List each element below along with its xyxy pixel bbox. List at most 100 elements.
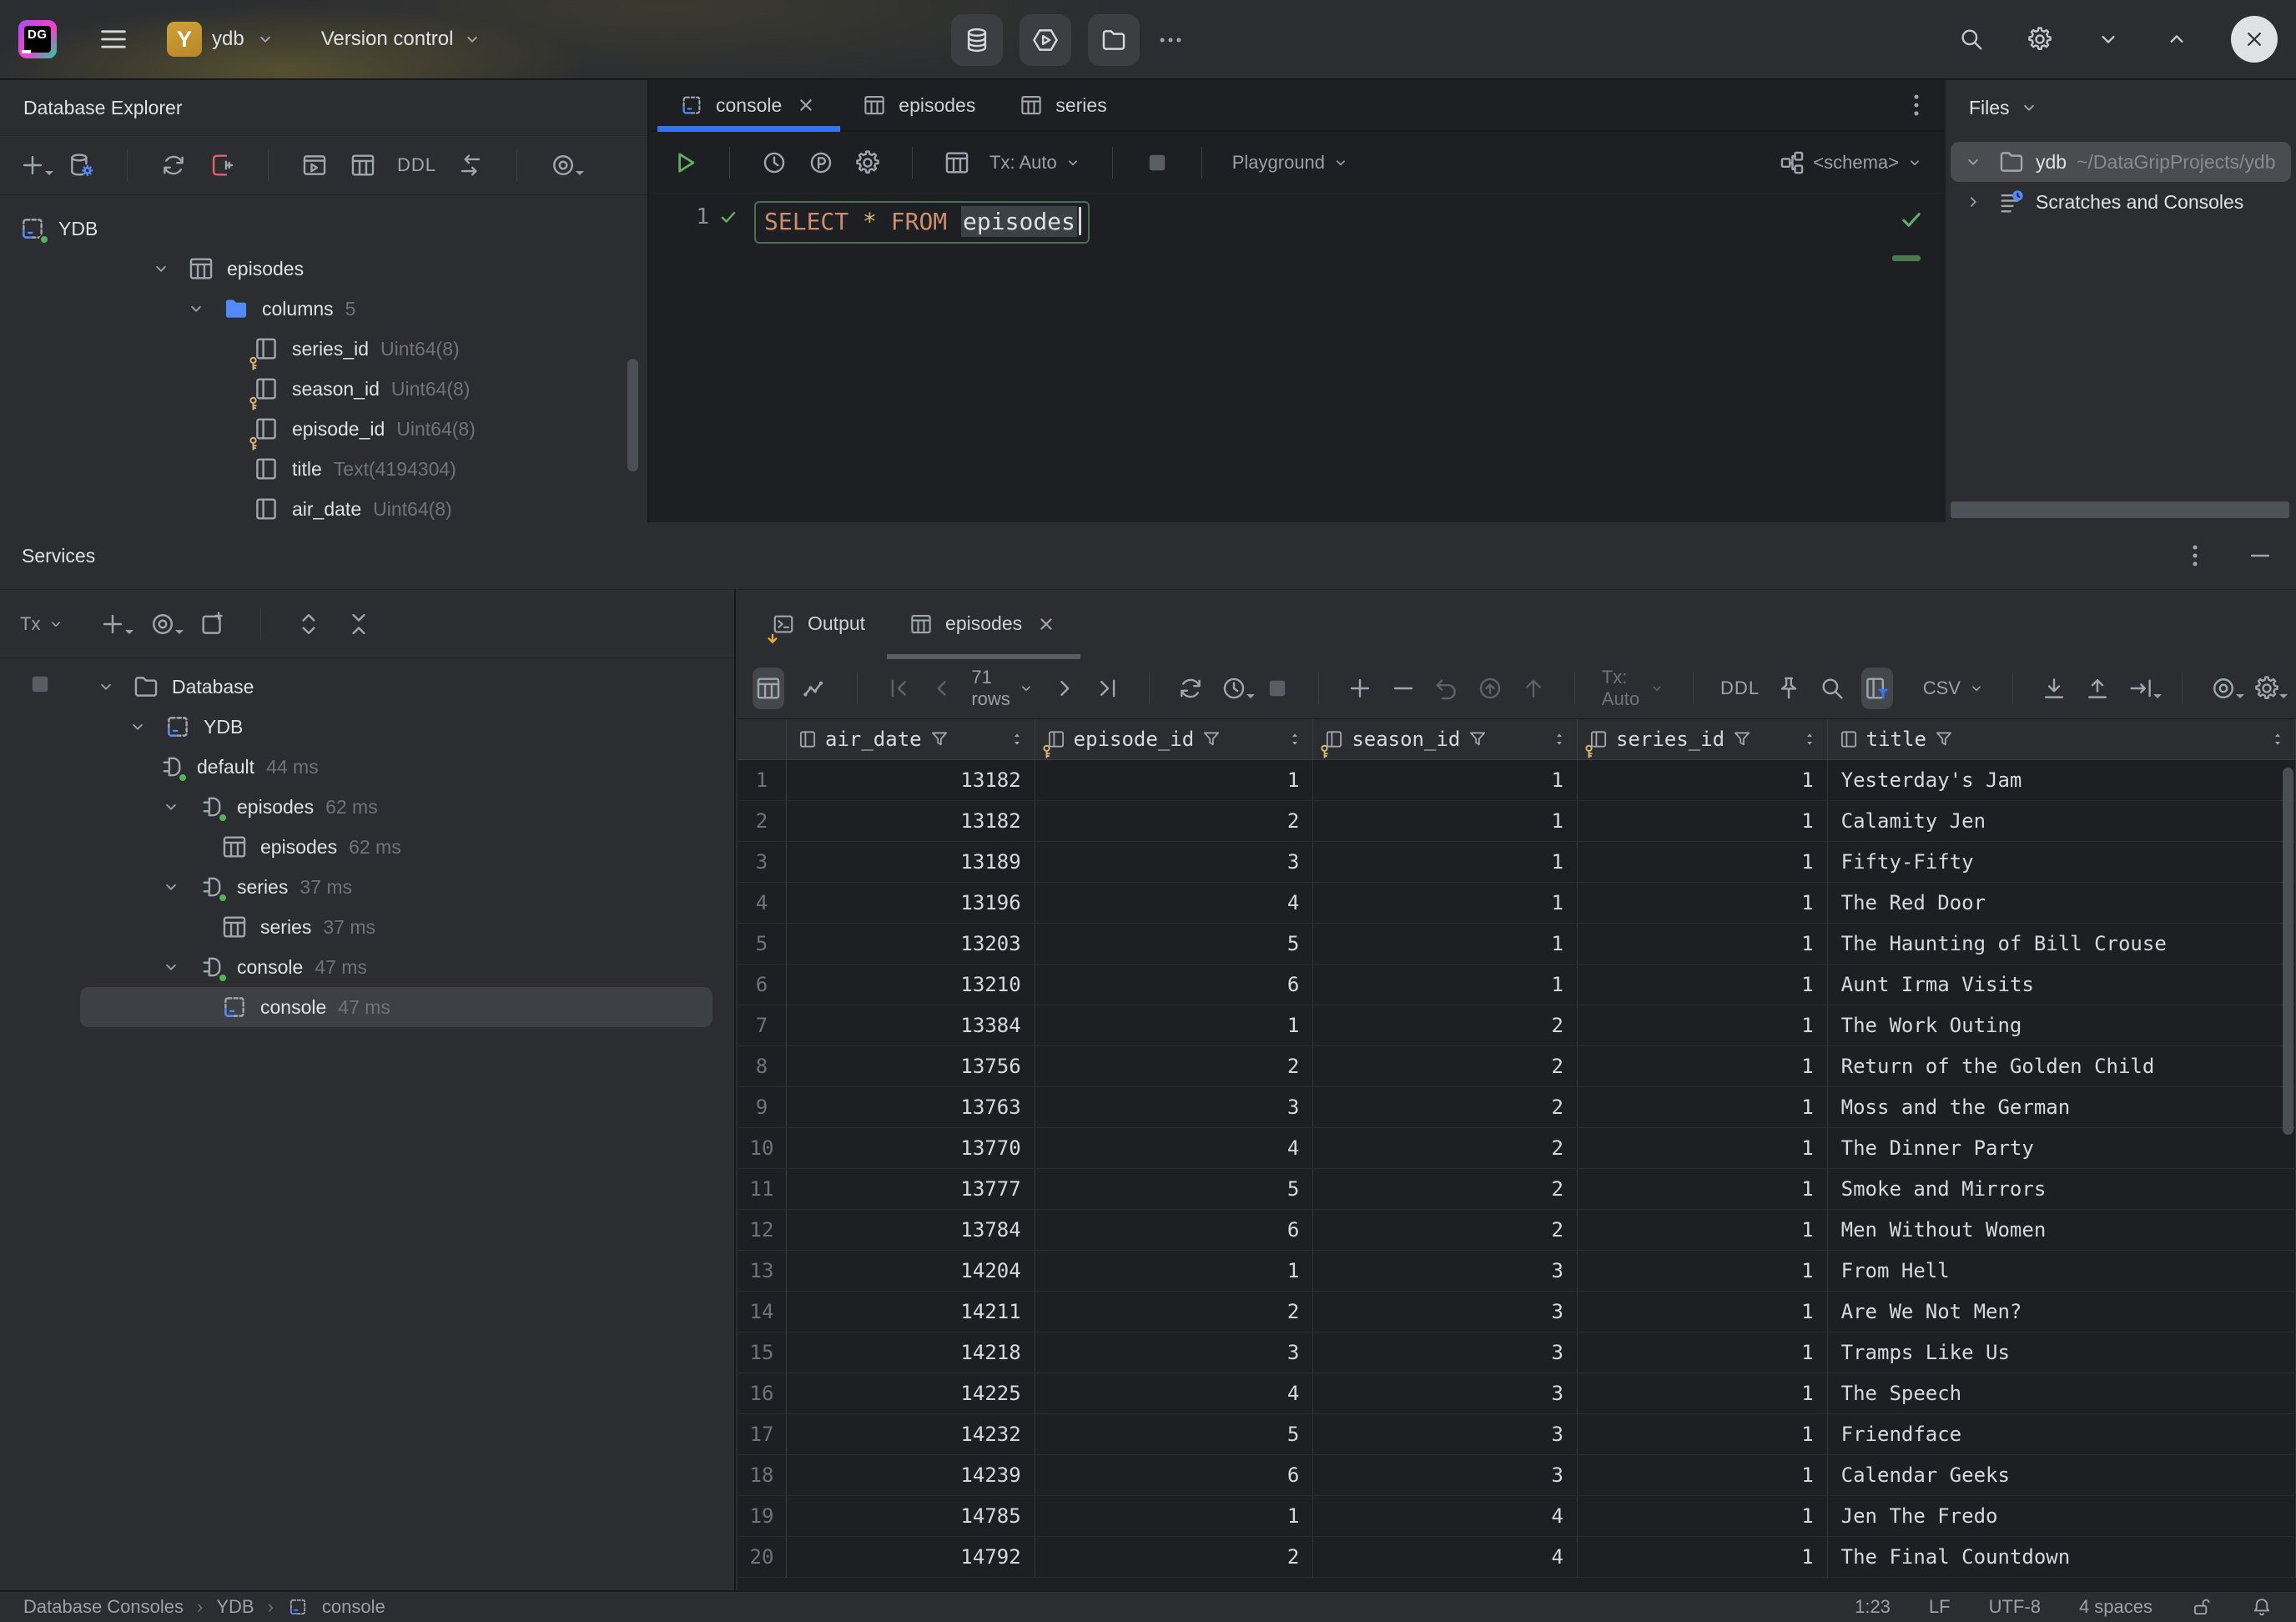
cell-title[interactable]: Aunt Irma Visits — [1828, 965, 2296, 1005]
cell-air_date[interactable]: 13384 — [787, 1005, 1035, 1045]
cell-season_id[interactable]: 1 — [1313, 965, 1578, 1005]
cell-series_id[interactable]: 1 — [1578, 760, 1828, 800]
services-kebab-icon[interactable] — [2181, 542, 2209, 570]
search-icon[interactable] — [1957, 25, 1986, 53]
cell-series_id[interactable]: 1 — [1578, 1169, 1828, 1209]
cell-air_date[interactable]: 14211 — [787, 1292, 1035, 1332]
breadcrumb-item[interactable]: Database Consoles — [23, 1596, 184, 1618]
cell-season_id[interactable]: 3 — [1313, 1373, 1578, 1413]
row-number[interactable]: 9 — [738, 1087, 787, 1127]
expand-all-icon[interactable] — [295, 610, 323, 638]
files-tool-button[interactable] — [1088, 14, 1140, 66]
cell-season_id[interactable]: 3 — [1313, 1455, 1578, 1495]
dbx-item-season_id[interactable]: season_idUint64(8) — [0, 369, 647, 409]
svc-item-episodes[interactable]: episodes62 ms — [80, 787, 734, 827]
svc-item-YDB[interactable]: YDB — [80, 707, 734, 747]
database-explorer-scrollbar[interactable] — [627, 359, 638, 471]
submit-icon[interactable] — [1476, 674, 1504, 703]
chevron-down-icon[interactable] — [157, 793, 185, 821]
row-number[interactable]: 19 — [738, 1496, 787, 1536]
cell-season_id[interactable]: 2 — [1313, 1210, 1578, 1250]
files-item-ydb[interactable]: ydb~/DataGripProjects/ydb — [1951, 142, 2291, 182]
row-number[interactable]: 3 — [738, 842, 787, 882]
cell-episode_id[interactable]: 6 — [1035, 1210, 1314, 1250]
add-datasource-icon[interactable] — [18, 151, 47, 179]
cell-air_date[interactable]: 13203 — [787, 924, 1035, 964]
cell-season_id[interactable]: 1 — [1313, 842, 1578, 882]
chart-view-button[interactable] — [799, 667, 831, 709]
cell-air_date[interactable]: 14218 — [787, 1332, 1035, 1373]
cell-series_id[interactable]: 1 — [1578, 1128, 1828, 1168]
svc-item-series[interactable]: series37 ms — [80, 907, 734, 947]
chevron-right-icon[interactable] — [1959, 188, 1987, 216]
cell-series_id[interactable]: 1 — [1578, 1373, 1828, 1413]
first-page-icon[interactable] — [884, 674, 913, 703]
row-number[interactable]: 7 — [738, 1005, 787, 1045]
cell-episode_id[interactable]: 3 — [1035, 1332, 1314, 1373]
dbx-item-YDB[interactable]: YDB — [0, 209, 647, 249]
row-number[interactable]: 20 — [738, 1537, 787, 1577]
cell-air_date[interactable]: 13189 — [787, 842, 1035, 882]
cell-episode_id[interactable]: 2 — [1035, 1046, 1314, 1086]
sort-toggle-icon[interactable] — [1008, 730, 1026, 748]
stop-query-icon[interactable] — [1143, 149, 1171, 177]
chevron-down-icon[interactable] — [157, 953, 185, 981]
files-item-scratches-and-consoles[interactable]: Scratches and Consoles — [1951, 182, 2291, 222]
editor-tab-console[interactable]: console — [657, 80, 840, 130]
files-header[interactable]: Files — [1946, 80, 2296, 135]
svc-item-Database[interactable]: Database — [80, 667, 734, 707]
cell-season_id[interactable]: 3 — [1313, 1251, 1578, 1291]
cell-title[interactable]: Tramps Like Us — [1828, 1332, 2296, 1373]
dbx-item-columns[interactable]: columns5 — [0, 289, 647, 329]
stop-process-icon[interactable] — [26, 670, 54, 698]
row-number[interactable]: 17 — [738, 1414, 787, 1454]
cell-season_id[interactable]: 2 — [1313, 1128, 1578, 1168]
tx-mode-dropdown[interactable]: Tx: Auto — [989, 152, 1082, 174]
cell-title[interactable]: Jen The Fredo — [1828, 1496, 2296, 1536]
cell-air_date[interactable]: 13784 — [787, 1210, 1035, 1250]
cell-series_id[interactable]: 1 — [1578, 801, 1828, 841]
cell-episode_id[interactable]: 3 — [1035, 842, 1314, 882]
row-number[interactable]: 8 — [738, 1046, 787, 1086]
cell-season_id[interactable]: 1 — [1313, 883, 1578, 923]
cell-title[interactable]: Moss and the German — [1828, 1087, 2296, 1127]
jump-to-console-icon[interactable] — [456, 151, 485, 179]
cell-title[interactable]: The Haunting of Bill Crouse — [1828, 924, 2296, 964]
cell-air_date[interactable]: 13763 — [787, 1087, 1035, 1127]
refresh-icon[interactable] — [159, 151, 188, 179]
cell-episode_id[interactable]: 2 — [1035, 801, 1314, 841]
row-number[interactable]: 1 — [738, 760, 787, 800]
cell-series_id[interactable]: 1 — [1578, 883, 1828, 923]
cell-series_id[interactable]: 1 — [1578, 1005, 1828, 1045]
chevron-down-icon[interactable] — [182, 295, 210, 323]
row-number[interactable]: 5 — [738, 924, 787, 964]
cell-air_date[interactable]: 14239 — [787, 1455, 1035, 1495]
chevron-down-icon[interactable] — [123, 713, 152, 741]
stop-refresh-icon[interactable] — [1263, 674, 1292, 703]
cell-episode_id[interactable]: 1 — [1035, 760, 1314, 800]
grid-settings-icon[interactable] — [2253, 674, 2281, 703]
cell-title[interactable]: The Work Outing — [1828, 1005, 2296, 1045]
results-tab-episodes[interactable]: episodes — [887, 590, 1080, 657]
cell-season_id[interactable]: 3 — [1313, 1292, 1578, 1332]
cell-season_id[interactable]: 3 — [1313, 1332, 1578, 1373]
column-header-series_id[interactable]: series_id — [1578, 719, 1828, 759]
auto-refresh-icon[interactable] — [1220, 674, 1248, 703]
open-table-icon[interactable] — [349, 151, 377, 179]
editor-tab-episodes[interactable]: episodes — [840, 80, 997, 130]
column-header-air_date[interactable]: air_date — [787, 719, 1035, 759]
datasource-settings-icon[interactable] — [67, 151, 95, 179]
chevron-down-icon[interactable] — [147, 254, 175, 283]
sort-toggle-icon[interactable] — [1286, 730, 1304, 748]
cell-season_id[interactable]: 2 — [1313, 1046, 1578, 1086]
execution-plan-icon[interactable] — [807, 149, 835, 177]
editor-tab-series[interactable]: series — [997, 80, 1128, 130]
dbx-item-episode_id[interactable]: episode_idUint64(8) — [0, 409, 647, 449]
cell-title[interactable]: Men Without Women — [1828, 1210, 2296, 1250]
cell-season_id[interactable]: 3 — [1313, 1414, 1578, 1454]
cell-season_id[interactable]: 1 — [1313, 801, 1578, 841]
row-number[interactable]: 13 — [738, 1251, 787, 1291]
import-data-icon[interactable] — [2083, 674, 2112, 703]
column-filter-button[interactable] — [1861, 667, 1893, 709]
file-encoding[interactable]: UTF-8 — [1989, 1596, 2041, 1618]
